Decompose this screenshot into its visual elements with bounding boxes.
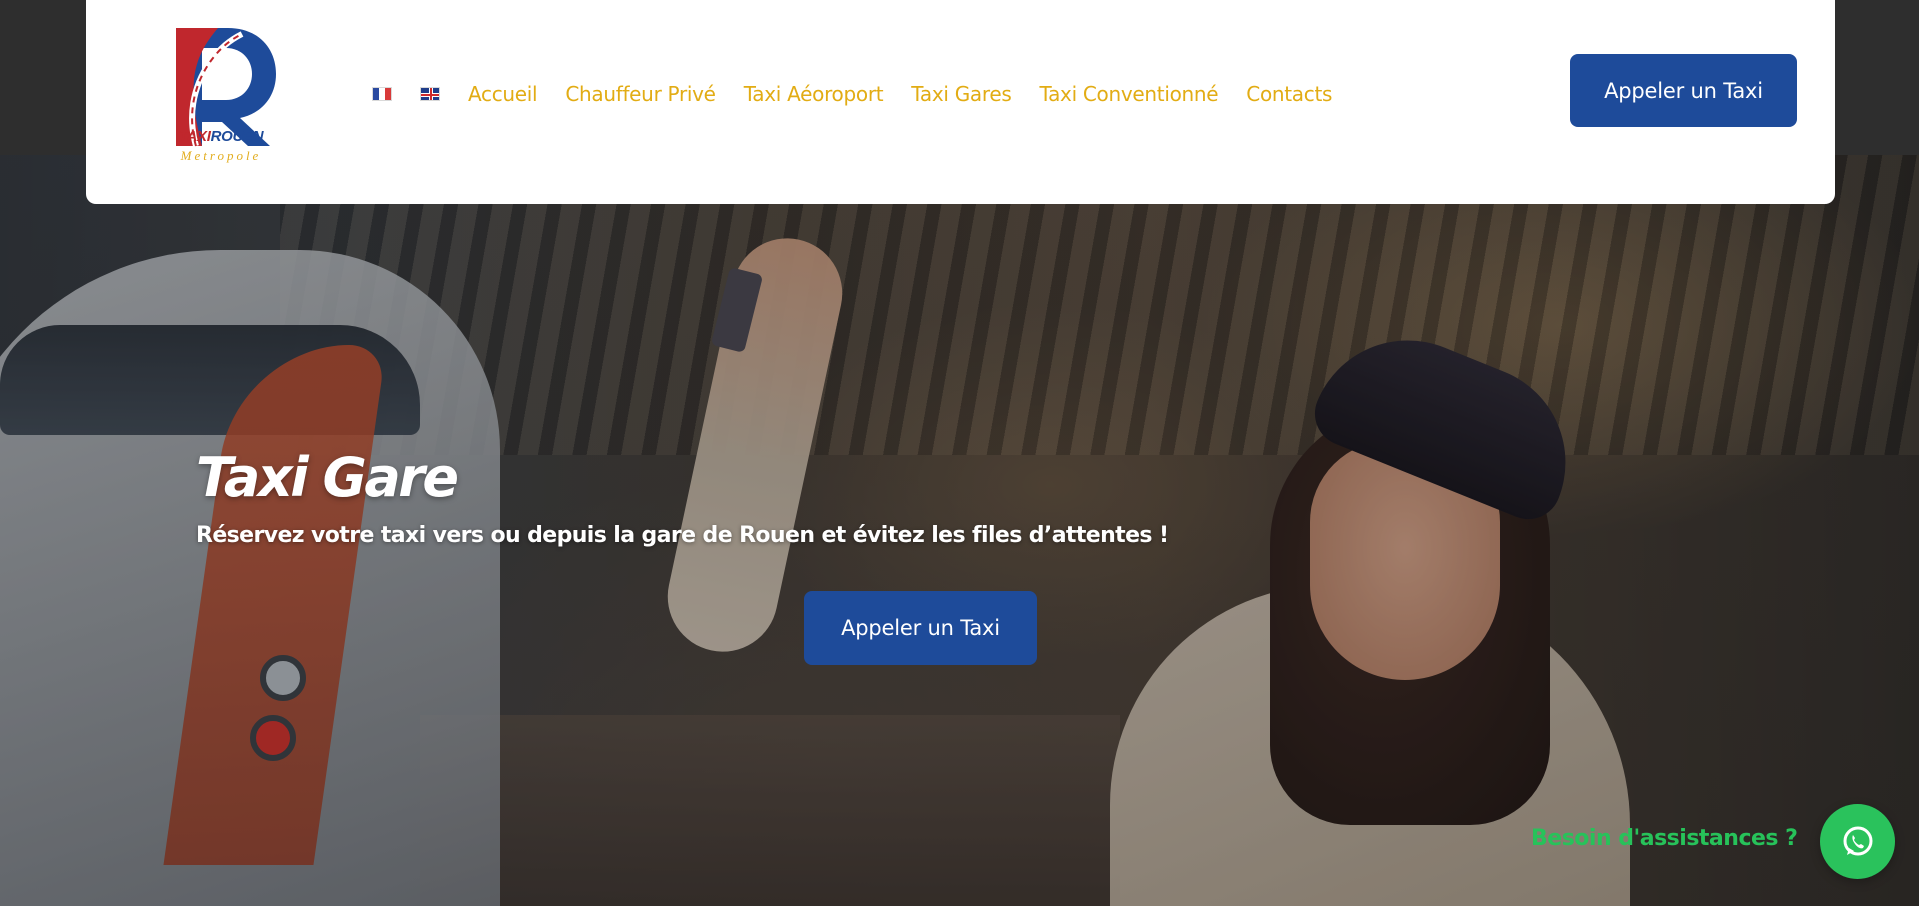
hero-title: Taxi Gare [196,446,459,509]
logo-wordmark: TAXIROUEN [178,128,264,145]
nav-item-taxi-conventionne[interactable]: Taxi Conventionné [1039,82,1218,106]
assistance-label[interactable]: Besoin d'assistances ? [1531,826,1798,851]
nav-item-taxi-gares[interactable]: Taxi Gares [911,82,1011,106]
main-navigation: Accueil Chauffeur Privé Taxi Aéoroport T… [372,82,1360,106]
hero-subtitle: Réservez votre taxi vers ou depuis la ga… [196,523,1169,548]
site-header: TAXIROUEN Metropole Accueil Chauffeur Pr… [86,0,1835,204]
taxi-rouen-logo [176,28,276,147]
header-call-taxi-button[interactable]: Appeler un Taxi [1570,54,1797,127]
nav-item-contacts[interactable]: Contacts [1246,82,1332,106]
whatsapp-icon [1843,826,1872,855]
logo-tagline: Metropole [180,148,262,163]
french-flag-icon[interactable] [372,87,392,101]
nav-item-accueil[interactable]: Accueil [468,82,538,106]
nav-item-chauffeur-prive[interactable]: Chauffeur Privé [565,82,716,106]
english-flag-icon[interactable] [420,87,440,101]
whatsapp-button[interactable] [1820,804,1895,879]
hero-call-taxi-button[interactable]: Appeler un Taxi [804,591,1037,665]
nav-item-taxi-aeroport[interactable]: Taxi Aéoroport [744,82,884,106]
